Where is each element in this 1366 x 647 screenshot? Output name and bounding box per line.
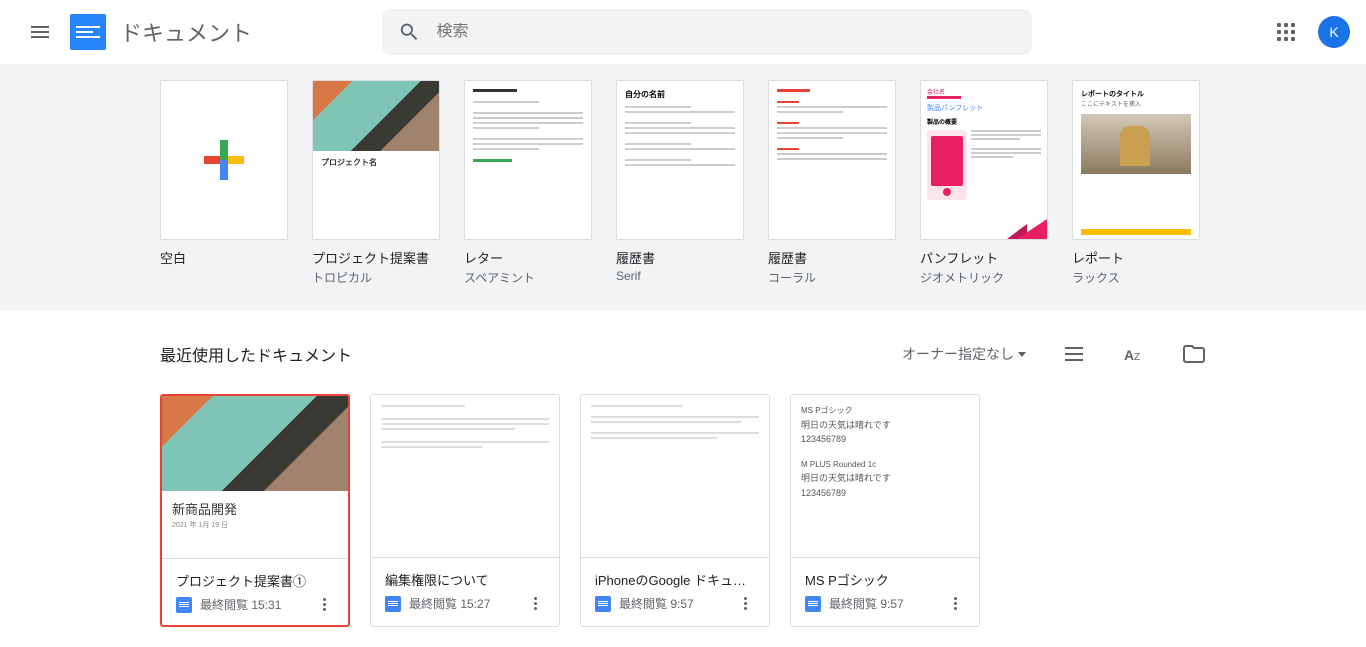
template-title: レポート [1072,248,1200,267]
document-name: 編集権限について [385,570,545,589]
docs-file-icon [595,596,611,612]
docs-file-icon [176,597,192,613]
document-timestamp: 最終閲覧 9:57 [619,595,727,612]
document-more-button[interactable] [525,597,545,610]
document-card[interactable]: iPhoneのGoogle ドキュメ... 最終閲覧 9:57 [580,394,770,627]
template-title: 空白 [160,248,288,267]
list-icon [1062,342,1086,366]
template-subtitle: ラックス [1072,269,1200,286]
search-icon [398,20,421,44]
recent-documents-section: 最近使用したドキュメント オーナー指定なし AZ 新商品開発 2021 年 1月… [0,310,1366,647]
template-subtitle: トロピカル [312,269,440,286]
search-input[interactable] [437,23,1017,41]
template-title: レター [464,248,592,267]
docs-file-icon [385,596,401,612]
template-title: パンフレット [920,248,1048,267]
document-name: MS Pゴシック [805,570,965,589]
template-brochure[interactable]: 会社名 製品パンフレット 製品の概要 パンフレット ジオメトリック [920,80,1048,286]
template-title: 履歴書 [768,248,896,267]
account-avatar[interactable]: K [1318,16,1350,48]
svg-text:Z: Z [1134,352,1140,363]
document-timestamp: 最終閲覧 9:57 [829,595,937,612]
document-timestamp: 最終閲覧 15:27 [409,595,517,612]
list-view-button[interactable] [1062,342,1086,366]
owner-filter-dropdown[interactable]: オーナー指定なし [902,344,1026,364]
template-subtitle: Serif [616,269,744,283]
template-title: 履歴書 [616,248,744,267]
document-timestamp: 最終閲覧 15:31 [200,596,306,613]
file-picker-button[interactable] [1182,342,1206,366]
document-more-button[interactable] [945,597,965,610]
main-menu-button[interactable] [16,8,64,56]
templates-section: 空白 プロジェクト名 プロジェクト提案書 トロピカル レター スペアミント 自分… [0,64,1366,310]
document-card[interactable]: MS Pゴシック 明日の天気は晴れです 123456789 M PLUS Rou… [790,394,980,627]
template-letter[interactable]: レター スペアミント [464,80,592,286]
recent-title: 最近使用したドキュメント [160,342,352,366]
document-more-button[interactable] [314,598,334,611]
sort-az-icon: AZ [1122,342,1146,366]
folder-icon [1182,342,1206,366]
template-blank[interactable]: 空白 [160,80,288,286]
document-card[interactable]: 編集権限について 最終閲覧 15:27 [370,394,560,627]
docs-logo[interactable] [68,12,108,52]
search-box[interactable] [382,9,1032,55]
document-card[interactable]: 新商品開発 2021 年 1月 19 日 プロジェクト提案書① 最終閲覧 15:… [160,394,350,627]
hamburger-icon [28,20,52,44]
template-project-proposal[interactable]: プロジェクト名 プロジェクト提案書 トロピカル [312,80,440,286]
plus-icon [204,140,244,180]
document-name: プロジェクト提案書① [176,571,334,590]
template-subtitle: コーラル [768,269,896,286]
apps-grid-icon [1277,23,1295,41]
document-more-button[interactable] [735,597,755,610]
app-title: ドキュメント [120,16,252,48]
sort-button[interactable]: AZ [1122,342,1146,366]
document-name: iPhoneのGoogle ドキュメ... [595,570,755,589]
template-report[interactable]: レポートのタイトル ここにテキストを挿入 レポート ラックス [1072,80,1200,286]
google-apps-button[interactable] [1266,12,1306,52]
svg-text:A: A [1124,347,1134,363]
docs-file-icon [805,596,821,612]
header: ドキュメント K [0,0,1366,64]
template-title: プロジェクト提案書 [312,248,440,267]
chevron-down-icon [1018,352,1026,357]
docs-logo-icon [70,14,106,50]
template-subtitle: ジオメトリック [920,269,1048,286]
template-subtitle: スペアミント [464,269,592,286]
template-resume-coral[interactable]: 履歴書 コーラル [768,80,896,286]
template-resume-serif[interactable]: 自分の名前 履歴書 Serif [616,80,744,286]
